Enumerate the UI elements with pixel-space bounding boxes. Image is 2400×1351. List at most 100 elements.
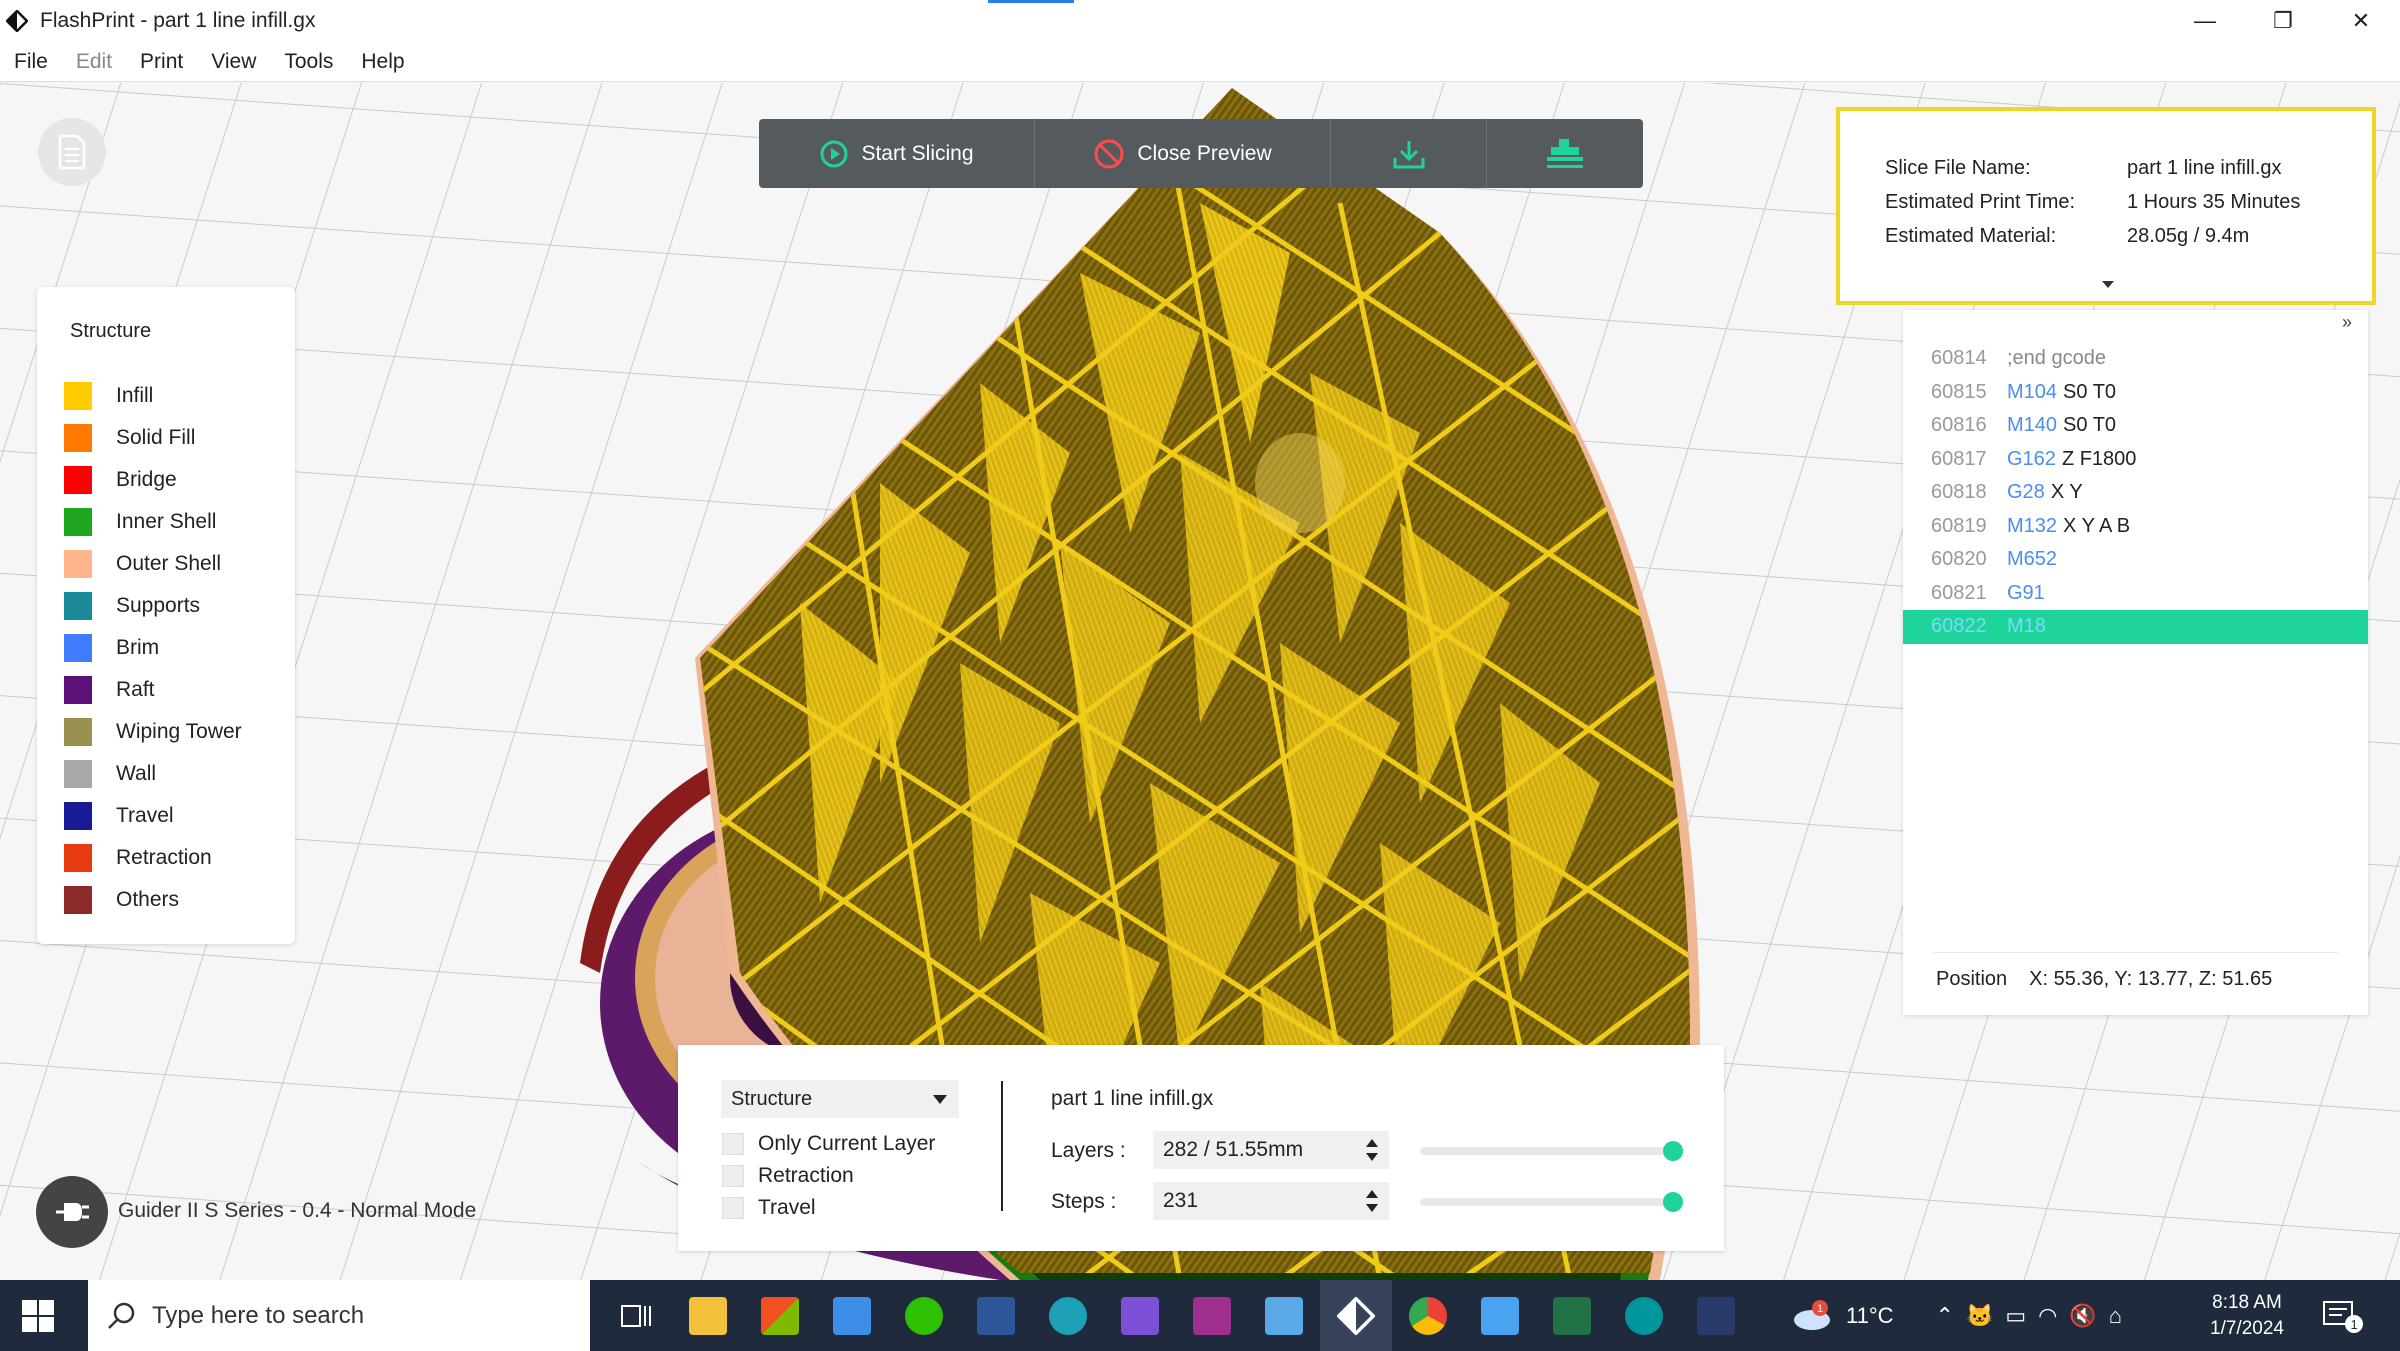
retraction-option[interactable]: Retraction xyxy=(722,1164,854,1188)
maximize-button[interactable]: ❐ xyxy=(2244,0,2322,42)
gcode-line[interactable]: 60819 M132 X Y A B xyxy=(1903,510,2368,544)
gcode-line[interactable]: 60820 M652 xyxy=(1903,543,2368,577)
gcode-line[interactable]: 60816 M140 S0 T0 xyxy=(1903,409,2368,443)
legend-item-wall: Wall xyxy=(64,753,242,795)
menu-view[interactable]: View xyxy=(197,50,270,74)
menu-edit[interactable]: Edit xyxy=(62,50,126,74)
taskbar-remote[interactable] xyxy=(1248,1280,1320,1351)
layers-spinbox[interactable]: 282 / 51.55mm xyxy=(1153,1131,1389,1169)
collapse-panel-icon[interactable]: » xyxy=(2342,312,2352,333)
wifi-icon[interactable]: ◠ xyxy=(2038,1303,2057,1329)
travel-option[interactable]: Travel xyxy=(722,1196,816,1220)
taskbar-chrome[interactable] xyxy=(1392,1280,1464,1351)
taskbar-flashprint[interactable] xyxy=(1320,1280,1392,1351)
machine-connect-button[interactable] xyxy=(36,1176,108,1248)
gcode-line[interactable]: 60814 ;end gcode xyxy=(1903,342,2368,376)
speaker-muted-icon[interactable]: 🔇 xyxy=(2069,1303,2096,1329)
taskbar-search-box[interactable]: Type here to search xyxy=(88,1280,590,1351)
chevron-up-icon[interactable]: ⌃ xyxy=(1936,1303,1954,1329)
legend-swatch xyxy=(64,760,92,788)
gcode-command: G28 xyxy=(2007,481,2045,504)
gcode-divider xyxy=(1933,952,2338,953)
position-value: X: 55.36, Y: 13.77, Z: 51.65 xyxy=(2029,968,2273,990)
expand-info-icon[interactable] xyxy=(2102,281,2114,288)
taskbar-file-explorer[interactable] xyxy=(672,1280,744,1351)
gcode-line[interactable]: 60815 M104 S0 T0 xyxy=(1903,376,2368,410)
layers-value: 282 / 51.55mm xyxy=(1163,1138,1304,1161)
legend-item-others: Others xyxy=(64,879,242,921)
export-button[interactable] xyxy=(1331,119,1487,188)
start-slicing-button[interactable]: Start Slicing xyxy=(759,119,1035,188)
winrar-icon xyxy=(1193,1296,1231,1335)
taskbar-mail[interactable] xyxy=(816,1280,888,1351)
weather-temperature[interactable]: 11°C xyxy=(1846,1303,1894,1329)
minimize-button[interactable]: — xyxy=(2166,0,2244,42)
remote-desktop-icon xyxy=(1265,1296,1303,1335)
steps-value: 231 xyxy=(1163,1189,1199,1212)
taskbar-word[interactable] xyxy=(960,1280,1032,1351)
spin-arrows-icon[interactable] xyxy=(1365,1188,1379,1214)
legend-label: Outer Shell xyxy=(116,552,222,575)
gcode-line[interactable]: 60821 G91 xyxy=(1903,577,2368,611)
gcode-command: G162 xyxy=(2007,447,2056,470)
retraction-label: Retraction xyxy=(758,1164,854,1187)
layers-slider[interactable] xyxy=(1420,1141,1683,1161)
slice-file-label: Slice File Name: xyxy=(1885,157,2031,179)
gcode-line[interactable]: 60817 G162 Z F1800 xyxy=(1903,443,2368,477)
legend-item-supports: Supports xyxy=(64,585,242,627)
windows-start-icon[interactable] xyxy=(22,1300,54,1332)
taskbar-photos[interactable] xyxy=(1464,1280,1536,1351)
taskbar-clock[interactable]: 8:18 AM 1/7/2024 xyxy=(2210,1290,2284,1342)
taskbar-wechat[interactable] xyxy=(888,1280,960,1351)
notification-icon[interactable]: 1 xyxy=(2320,1298,2364,1334)
retraction-checkbox[interactable] xyxy=(722,1165,744,1187)
flashprint-logo-icon xyxy=(6,10,28,32)
taskbar-clipchamp[interactable] xyxy=(1104,1280,1176,1351)
menu-help[interactable]: Help xyxy=(347,50,418,74)
menu-file[interactable]: File xyxy=(0,50,62,74)
taskbar-winrar[interactable] xyxy=(1176,1280,1248,1351)
taskbar-arduino[interactable] xyxy=(1608,1280,1680,1351)
gcode-line-number: 60822 xyxy=(1931,615,1987,638)
steps-spinbox[interactable]: 231 xyxy=(1153,1182,1389,1220)
only-current-layer-checkbox[interactable] xyxy=(722,1133,744,1155)
legend-label: Solid Fill xyxy=(116,426,196,449)
view-mode-select[interactable]: Structure xyxy=(721,1080,959,1118)
slice-info-panel: Slice File Name: part 1 line infill.gx E… xyxy=(1836,107,2376,305)
material-value: 28.05g / 9.4m xyxy=(2127,225,2250,247)
close-button[interactable]: ✕ xyxy=(2322,0,2400,42)
gcode-args: X Y xyxy=(2050,481,2083,504)
gcode-line[interactable]: 60822 M18 xyxy=(1903,610,2368,644)
legend-swatch xyxy=(64,802,92,830)
close-preview-button[interactable]: Close Preview xyxy=(1035,119,1331,188)
network-device-icon[interactable]: ▭ xyxy=(2005,1303,2026,1329)
gcode-command: M140 xyxy=(2007,414,2058,437)
steps-slider-handle[interactable] xyxy=(1663,1192,1683,1212)
taskbar-app-cat[interactable] xyxy=(1680,1280,1752,1351)
legend-item-raft: Raft xyxy=(64,669,242,711)
gcode-line[interactable]: 60818 G28 X Y xyxy=(1903,476,2368,510)
menu-print[interactable]: Print xyxy=(126,50,197,74)
input-icon[interactable]: ⌂ xyxy=(2109,1303,2122,1329)
legend-label: Inner Shell xyxy=(116,510,217,533)
layers-slider-handle[interactable] xyxy=(1663,1141,1683,1161)
send-to-printer-button[interactable] xyxy=(1487,119,1643,188)
legend-label: Retraction xyxy=(116,846,212,869)
task-view-button[interactable] xyxy=(600,1280,672,1351)
taskbar-store[interactable] xyxy=(744,1280,816,1351)
document-button[interactable] xyxy=(38,118,106,186)
taskbar-edge[interactable] xyxy=(1032,1280,1104,1351)
menu-tools[interactable]: Tools xyxy=(270,50,347,74)
cat-tray-icon[interactable]: 🐱 xyxy=(1966,1303,1993,1329)
print-time-label: Estimated Print Time: xyxy=(1885,191,2076,213)
gcode-command: M132 xyxy=(2007,514,2058,537)
only-current-layer-option[interactable]: Only Current Layer xyxy=(722,1132,935,1156)
weather-cloud-icon[interactable]: 1 xyxy=(1790,1299,1834,1332)
gcode-args: Z F1800 xyxy=(2061,447,2137,470)
taskbar-excel[interactable] xyxy=(1536,1280,1608,1351)
cat-app-icon xyxy=(1697,1296,1735,1335)
steps-slider[interactable] xyxy=(1420,1192,1683,1212)
spin-arrows-icon[interactable] xyxy=(1365,1137,1379,1163)
travel-checkbox[interactable] xyxy=(722,1197,744,1219)
legend-swatch xyxy=(64,382,92,410)
